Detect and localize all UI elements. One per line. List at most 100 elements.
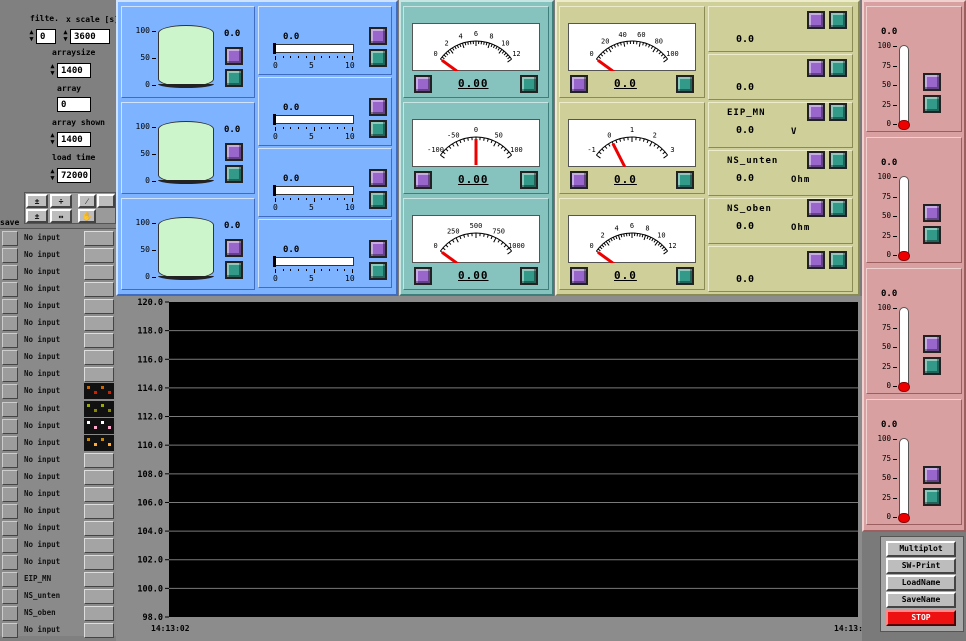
tank-alarm-button[interactable] (225, 47, 243, 65)
channel-select-box[interactable] (2, 367, 18, 383)
slider-thumb[interactable] (273, 256, 276, 267)
slider-reset-button[interactable] (369, 191, 387, 209)
slider-thumb[interactable] (273, 43, 276, 54)
channel-select-box[interactable] (2, 623, 18, 639)
channel-select-box[interactable] (2, 333, 18, 349)
meter-alarm-button[interactable] (570, 75, 588, 93)
pan-y-button[interactable]: ÷ (50, 194, 72, 208)
meter-reset-button[interactable] (520, 75, 538, 93)
channel-color-swatch[interactable] (84, 486, 114, 502)
zoom-x-button[interactable]: ± (26, 209, 48, 223)
readout-alarm-button[interactable] (807, 251, 825, 269)
meter-alarm-button[interactable] (570, 171, 588, 189)
channel-select-box[interactable] (2, 572, 18, 587)
thermometer-reset-button[interactable] (923, 488, 941, 506)
savename-button[interactable]: SaveName (886, 592, 956, 608)
readout-alarm-button[interactable] (807, 11, 825, 29)
stop-button[interactable]: STOP (886, 610, 956, 626)
channel-color-swatch[interactable] (84, 350, 114, 366)
channel-select-box[interactable] (2, 537, 18, 553)
xscale-input[interactable]: 3600 (70, 29, 110, 44)
thermometer-alarm-button[interactable] (923, 73, 941, 91)
channel-color-swatch[interactable] (84, 248, 114, 264)
channel-color-swatch[interactable] (84, 367, 114, 383)
tank-reset-button[interactable] (225, 69, 243, 87)
channel-select-box[interactable] (2, 469, 18, 485)
arraysize-spinner[interactable]: ▲ ▼ (48, 63, 57, 78)
channel-color-swatch[interactable] (84, 452, 114, 468)
channel-select-box[interactable] (2, 554, 18, 570)
array-input[interactable]: 0 (57, 97, 91, 112)
meter-reset-button[interactable] (520, 171, 538, 189)
zoom-y-button[interactable]: ± (26, 194, 48, 208)
channel-select-box[interactable] (2, 606, 18, 622)
sw-print-button[interactable]: SW-Print (886, 558, 956, 574)
channel-color-swatch[interactable] (84, 316, 114, 332)
slider-track[interactable] (275, 257, 354, 266)
tank-reset-button[interactable] (225, 261, 243, 279)
readout-alarm-button[interactable] (807, 103, 825, 121)
load-time-input[interactable]: 72000 (57, 168, 91, 183)
slider-track[interactable] (275, 44, 354, 53)
channel-select-box[interactable] (2, 248, 18, 264)
slider-alarm-button[interactable] (369, 98, 387, 116)
pan-x-button[interactable]: ↔ (50, 209, 72, 223)
meter-alarm-button[interactable] (414, 267, 432, 285)
load-time-spinner[interactable]: ▲ ▼ (48, 168, 57, 183)
channel-select-box[interactable] (2, 316, 18, 332)
meter-reset-button[interactable] (676, 171, 694, 189)
array-shown-spinner[interactable]: ▲ ▼ (48, 132, 57, 147)
channel-color-swatch[interactable] (84, 434, 114, 451)
slider-track[interactable] (275, 186, 354, 195)
channel-color-swatch[interactable] (84, 383, 114, 400)
channel-color-swatch[interactable] (84, 265, 114, 281)
readout-reset-button[interactable] (829, 59, 847, 77)
hand-tool-button[interactable]: ✋ (78, 209, 96, 223)
slider-reset-button[interactable] (369, 262, 387, 280)
channel-color-swatch[interactable] (84, 537, 114, 553)
channel-select-box[interactable] (2, 231, 18, 246)
channel-select-box[interactable] (2, 486, 18, 502)
slider-alarm-button[interactable] (369, 169, 387, 187)
channel-select-box[interactable] (2, 282, 18, 298)
slider-track[interactable] (275, 115, 354, 124)
meter-alarm-button[interactable] (414, 171, 432, 189)
channel-color-swatch[interactable] (84, 623, 114, 639)
channel-color-swatch[interactable] (84, 469, 114, 485)
arraysize-input[interactable]: 1400 (57, 63, 91, 78)
channel-select-box[interactable] (2, 452, 18, 468)
meter-alarm-button[interactable] (570, 267, 588, 285)
channel-select-box[interactable] (2, 265, 18, 281)
readout-alarm-button[interactable] (807, 59, 825, 77)
multiplot-button[interactable]: Multiplot (886, 541, 956, 557)
channel-color-swatch[interactable] (84, 282, 114, 298)
autoscale-button[interactable]: ⁄ (78, 194, 96, 208)
channel-color-swatch[interactable] (84, 606, 114, 622)
thermometer-alarm-button[interactable] (923, 204, 941, 222)
strip-chart[interactable]: 120.0 118.0 116.0 114.0 112.0 110.0 108.0 106.0… (116, 296, 862, 641)
readout-alarm-button[interactable] (807, 151, 825, 169)
thermometer-alarm-button[interactable] (923, 466, 941, 484)
channel-color-swatch[interactable] (84, 520, 114, 536)
meter-reset-button[interactable] (676, 267, 694, 285)
channel-color-swatch[interactable] (84, 417, 114, 434)
channel-select-box[interactable] (2, 520, 18, 536)
readout-reset-button[interactable] (829, 199, 847, 217)
channel-color-swatch[interactable] (84, 503, 114, 519)
channel-color-swatch[interactable] (84, 554, 114, 570)
readout-reset-button[interactable] (829, 11, 847, 29)
channel-select-box[interactable] (2, 503, 18, 519)
channel-color-swatch[interactable] (84, 231, 114, 246)
channel-select-box[interactable] (2, 401, 18, 417)
readout-reset-button[interactable] (829, 103, 847, 121)
thermometer-reset-button[interactable] (923, 357, 941, 375)
loadname-button[interactable]: LoadName (886, 575, 956, 591)
thermometer-alarm-button[interactable] (923, 335, 941, 353)
tank-alarm-button[interactable] (225, 239, 243, 257)
channel-color-swatch[interactable] (84, 400, 114, 417)
channel-select-box[interactable] (2, 435, 18, 451)
slider-thumb[interactable] (273, 114, 276, 125)
channel-color-swatch[interactable] (84, 299, 114, 315)
meter-alarm-button[interactable] (414, 75, 432, 93)
channel-select-box[interactable] (2, 589, 18, 605)
